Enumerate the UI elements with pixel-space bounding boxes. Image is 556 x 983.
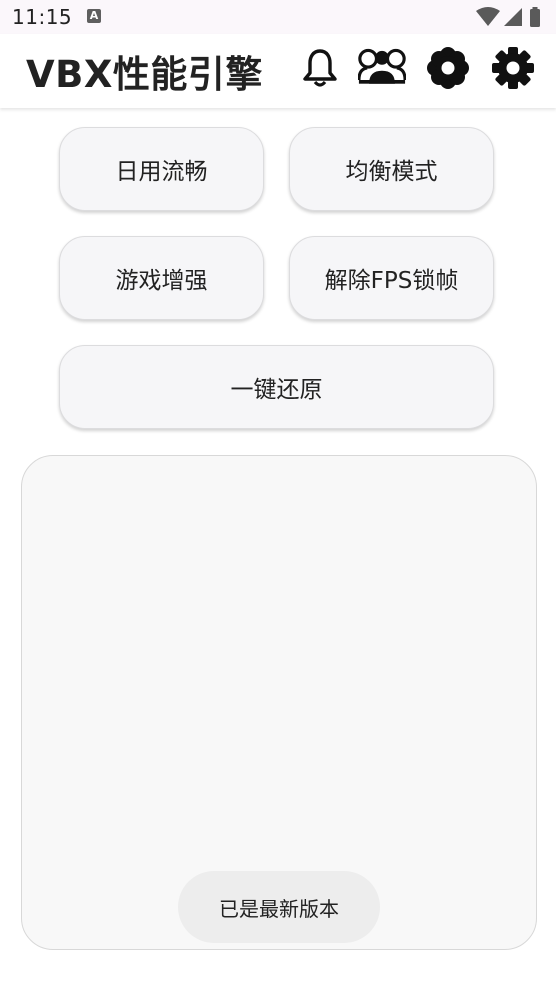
toast: 已是最新版本 [178, 871, 380, 943]
toast-message: 已是最新版本 [219, 896, 339, 921]
status-time: 11:15 [12, 5, 73, 29]
restore-button[interactable]: 一键还原 [59, 345, 494, 429]
status-icons [476, 7, 540, 27]
game-boost-button[interactable]: 游戏增强 [59, 236, 264, 320]
unlock-fps-button[interactable]: 解除FPS锁帧 [289, 236, 494, 320]
gear-icon [492, 47, 534, 89]
app-bar: VBX性能引擎 [0, 34, 556, 108]
balanced-mode-button[interactable]: 均衡模式 [289, 127, 494, 211]
signal-icon [504, 8, 522, 26]
game-boost-label: 游戏增强 [115, 268, 208, 294]
daily-smooth-label: 日用流畅 [115, 159, 208, 185]
balanced-mode-label: 均衡模式 [345, 159, 438, 185]
bell-icon [303, 49, 337, 87]
group-icon [358, 48, 406, 84]
settings-flower-button[interactable] [424, 44, 472, 92]
daily-smooth-button[interactable]: 日用流畅 [59, 127, 264, 211]
restore-label: 一键还原 [230, 377, 323, 403]
group-button[interactable] [358, 44, 406, 92]
wifi-icon [476, 7, 500, 26]
unlock-fps-label: 解除FPS锁帧 [324, 268, 459, 294]
settings-flower-icon [427, 47, 469, 89]
notification-badge: A [87, 9, 101, 23]
status-bar: 11:15 A [0, 0, 556, 34]
app-title: VBX性能引擎 [26, 53, 263, 96]
bell-button[interactable] [296, 44, 344, 92]
battery-icon [530, 9, 540, 27]
gear-button[interactable] [489, 44, 537, 92]
